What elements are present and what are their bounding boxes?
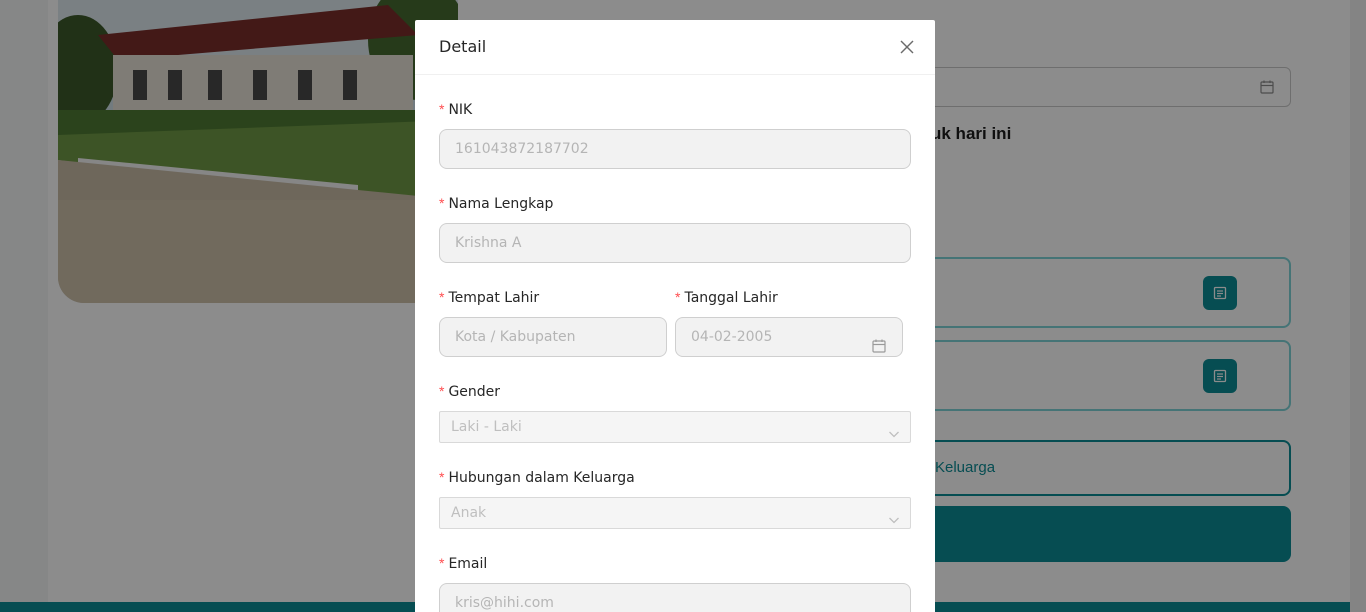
- gender-selected-value: Laki - Laki: [451, 419, 522, 435]
- required-mark: *: [439, 289, 445, 305]
- tanggal-lahir-value: 04-02-2005: [691, 329, 773, 345]
- gender-label: * Gender: [439, 383, 500, 400]
- email-label: * Email: [439, 555, 487, 572]
- nik-input[interactable]: 161043872187702: [439, 129, 911, 169]
- close-icon[interactable]: [898, 38, 916, 56]
- nik-label: * NIK: [439, 101, 472, 118]
- tempat-lahir-input[interactable]: Kota / Kabupaten: [439, 317, 667, 357]
- tanggal-lahir-label: * Tanggal Lahir: [675, 289, 778, 306]
- calendar-icon[interactable]: [872, 330, 886, 353]
- gender-label-text: Gender: [448, 384, 501, 400]
- required-mark: *: [439, 195, 445, 211]
- email-input[interactable]: kris@hihi.com: [439, 583, 911, 612]
- nik-label-text: NIK: [448, 102, 473, 118]
- tanggal-lahir-input[interactable]: 04-02-2005: [675, 317, 903, 357]
- chevron-down-icon: [888, 421, 900, 438]
- required-mark: *: [675, 289, 681, 305]
- hubungan-label-text: Hubungan dalam Keluarga: [448, 470, 635, 486]
- chevron-down-icon: [888, 507, 900, 524]
- modal-header: Detail: [415, 20, 935, 75]
- nama-label-text: Nama Lengkap: [448, 196, 554, 212]
- email-label-text: Email: [448, 556, 488, 572]
- modal-title: Detail: [439, 37, 487, 56]
- hubungan-label: * Hubungan dalam Keluarga: [439, 469, 635, 486]
- nama-lengkap-input[interactable]: Krishna A: [439, 223, 911, 263]
- gender-select[interactable]: Laki - Laki: [439, 411, 911, 443]
- tanggal-lahir-label-text: Tanggal Lahir: [684, 290, 778, 306]
- required-mark: *: [439, 101, 445, 117]
- tempat-lahir-label-text: Tempat Lahir: [448, 290, 540, 306]
- required-mark: *: [439, 383, 445, 399]
- detail-modal: Detail * NIK 161043872187702 * Nama Lengka…: [415, 20, 935, 612]
- required-mark: *: [439, 469, 445, 485]
- hubungan-select[interactable]: Anak: [439, 497, 911, 529]
- required-mark: *: [439, 555, 445, 571]
- nama-label: * Nama Lengkap: [439, 195, 553, 212]
- hubungan-selected-value: Anak: [451, 505, 487, 521]
- tempat-lahir-label: * Tempat Lahir: [439, 289, 539, 306]
